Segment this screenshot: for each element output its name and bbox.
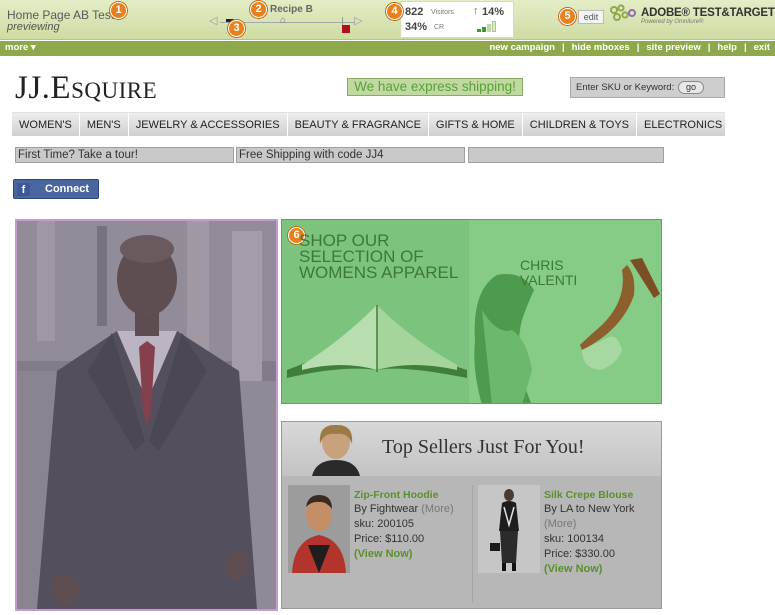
facebook-connect-label: Connect	[45, 183, 89, 195]
hide-mboxes-link[interactable]: hide mboxes	[572, 42, 630, 53]
facebook-icon: f	[17, 183, 30, 196]
search-box: Enter SKU or Keyword: go	[570, 77, 725, 98]
product-brand: By Fightwear (More)	[354, 503, 454, 515]
stop-icon[interactable]	[342, 25, 350, 33]
site-preview-link[interactable]: site preview	[646, 42, 700, 53]
chris-valenti-label: CHRIS VALENTI	[520, 257, 578, 288]
product-more-link[interactable]: (More)	[544, 518, 576, 530]
facebook-connect-button[interactable]: f Connect	[13, 179, 99, 199]
product-sku: sku: 100134	[544, 533, 604, 545]
preview-status: previewing	[7, 21, 60, 33]
top-sellers-title: Top Sellers Just For You!	[382, 436, 585, 458]
hero-image-man-in-suit[interactable]	[15, 219, 278, 611]
adobe-brand-name: ADOBE® TEST&TARGET	[641, 7, 775, 19]
product-divider	[472, 485, 473, 603]
nav-item-beauty-fragrance[interactable]: BEAUTY & FRAGRANCE	[288, 113, 429, 137]
slider-tick	[342, 17, 343, 25]
next-recipe-arrow-icon[interactable]: ▷	[354, 14, 362, 27]
conversion-rate-label: CR	[434, 24, 445, 31]
callout-badge-1: 1	[110, 2, 127, 19]
visitors-count: 822	[405, 6, 424, 18]
promo-empty[interactable]	[468, 147, 664, 163]
blouse-product-image[interactable]	[478, 485, 540, 573]
promo-free-shipping[interactable]: Free Shipping with code JJ4	[236, 147, 465, 163]
product-brand-text: By Fightwear	[354, 503, 419, 515]
nav-item-electronics[interactable]: ELECTRONICS	[637, 113, 731, 137]
view-now-link[interactable]: (View Now)	[544, 563, 602, 575]
adobe-brand-tagline: Powered by Omniture®	[641, 19, 704, 25]
category-nav: WOMEN'S MEN'S JEWELRY & ACCESSORIES BEAU…	[12, 112, 731, 137]
visitors-label: Visitors	[431, 9, 454, 16]
edit-button[interactable]: edit	[578, 10, 604, 24]
test-name[interactable]: Home Page AB Test	[7, 8, 114, 22]
product-sku: sku: 200105	[354, 518, 414, 530]
site-logo[interactable]: JJ.Esquire	[15, 70, 157, 107]
callout-badge-4: 4	[386, 3, 403, 20]
more-menu[interactable]: more ▾	[5, 42, 36, 53]
top-sellers-header: Top Sellers Just For You!	[282, 422, 661, 476]
promo-take-tour[interactable]: First Time? Take a tour!	[15, 147, 234, 163]
menu-links: new campaign | hide mboxes | site preview |…	[489, 42, 770, 53]
campaign-menu-bar: more ▾ new campaign | hide mboxes | site p…	[0, 41, 775, 56]
top-sellers-panel: Top Sellers Just For You! Zip-Front Hood…	[281, 421, 662, 609]
nav-item-jewelry-accessories[interactable]: JEWELRY & ACCESSORIES	[129, 113, 288, 137]
womens-apparel-banner[interactable]: 6 SHOP OUR SELECTION OF WOMENS APPAREL C…	[281, 219, 662, 404]
search-go-button[interactable]: go	[678, 81, 704, 94]
nav-item-children-toys[interactable]: CHILDREN & TOYS	[523, 113, 637, 137]
product-brand: By LA to New York	[544, 503, 635, 515]
express-shipping-banner[interactable]: We have express shipping!	[347, 78, 523, 96]
recipe-name[interactable]: Recipe B	[270, 4, 313, 15]
new-campaign-link[interactable]: new campaign	[489, 42, 554, 53]
product-card-hoodie[interactable]: Zip-Front Hoodie By Fightwear (More) sku…	[288, 485, 473, 607]
product-card-blouse[interactable]: Silk Crepe Blouse By LA to New York (Mor…	[478, 485, 663, 607]
product-name[interactable]: Zip-Front Hoodie	[354, 489, 439, 501]
home-icon[interactable]: ⌂	[280, 15, 286, 26]
callout-badge-3: 3	[228, 20, 245, 37]
view-now-link[interactable]: (View Now)	[354, 548, 412, 560]
womens-banner-headline: SHOP OUR SELECTION OF WOMENS APPAREL	[299, 231, 459, 282]
up-arrow-icon: ↑	[473, 5, 479, 17]
woman-portrait-image	[312, 424, 360, 476]
callout-badge-5: 5	[559, 8, 576, 25]
nav-item-mens[interactable]: MEN'S	[80, 113, 129, 137]
callout-badge-2: 2	[250, 1, 267, 18]
help-link[interactable]: help	[717, 42, 737, 53]
lift-percent: 14%	[482, 6, 505, 18]
conversion-rate: 34%	[405, 21, 428, 33]
product-price: Price: $110.00	[354, 533, 425, 545]
previous-recipe-arrow-icon[interactable]: ◁	[209, 14, 217, 27]
hoodie-product-image[interactable]	[288, 485, 350, 573]
nav-item-womens[interactable]: WOMEN'S	[12, 113, 80, 137]
product-price: Price: $330.00	[544, 548, 615, 560]
test-target-toolbar: Home Page AB Test previewing 1 2 Recipe …	[0, 0, 775, 40]
trend-bars-icon	[477, 20, 501, 32]
search-label[interactable]: Enter SKU or Keyword:	[576, 82, 674, 93]
adobe-target-logo-icon	[610, 4, 636, 21]
exit-link[interactable]: exit	[754, 42, 770, 53]
nav-item-gifts-home[interactable]: GIFTS & HOME	[429, 113, 523, 137]
product-more-link[interactable]: (More)	[421, 503, 453, 515]
product-name[interactable]: Silk Crepe Blouse	[544, 489, 633, 501]
man-photo	[17, 221, 276, 609]
